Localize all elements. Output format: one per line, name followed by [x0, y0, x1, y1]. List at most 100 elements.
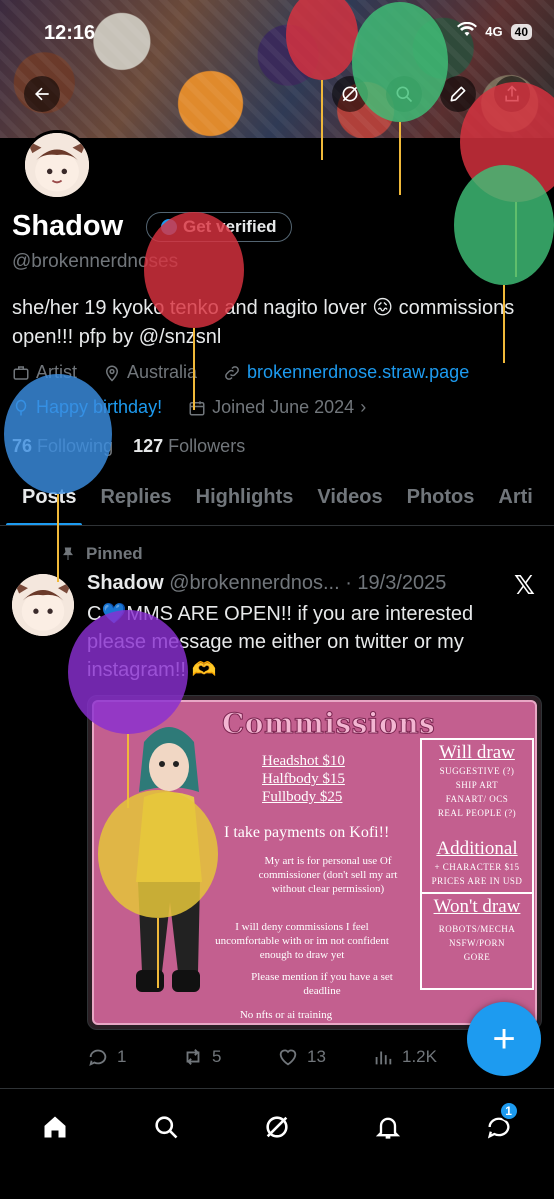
status-indicators: 4G 40 [457, 21, 532, 41]
profile-link[interactable]: brokennerdnose.straw.page [247, 362, 469, 383]
pinned-label: Pinned [86, 544, 143, 563]
like-button[interactable]: 13 [277, 1046, 372, 1068]
profile-location: Australia [127, 362, 198, 382]
repost-count: 5 [212, 1047, 222, 1066]
pencil-icon [450, 86, 466, 102]
reply-count: 1 [117, 1047, 127, 1066]
nav-notifications[interactable] [368, 1107, 408, 1147]
post-media-image[interactable]: Commissions Headshot $10 Halfbody $15 Fu… [87, 695, 542, 1030]
pin-icon [63, 547, 73, 560]
back-button[interactable] [24, 76, 60, 112]
following-link[interactable]: 76 Following [12, 436, 113, 456]
grok-button[interactable] [332, 76, 368, 112]
draw-rules-box: Will draw SUGGESTIVE (?) SHIP ART FANART… [420, 738, 534, 990]
search-icon [155, 1116, 178, 1139]
chevron-right-icon[interactable]: › [360, 397, 366, 418]
post-date: · 19/3/2025 [345, 572, 447, 594]
plus-icon: + [492, 1017, 516, 1061]
deadline-note: Please mention if you have a set deadlin… [251, 971, 393, 997]
bottom-nav: 1 [0, 1088, 554, 1199]
search-icon [396, 86, 413, 103]
post-header: Shadow @brokennerdnos... · 19/3/2025 [87, 572, 446, 595]
character-illustration [136, 727, 202, 992]
network-label: 4G [485, 24, 503, 39]
followers-link[interactable]: 127 Followers [133, 436, 245, 456]
bell-icon [375, 1117, 400, 1139]
tab-posts[interactable]: Posts [0, 470, 88, 525]
nft-note: No nfts or ai training [239, 1009, 333, 1021]
nav-grok[interactable] [257, 1107, 297, 1147]
post-author-name[interactable]: Shadow [87, 572, 164, 594]
price-fullbody: Fullbody $25 [262, 789, 343, 805]
profile-banner[interactable] [0, 0, 554, 138]
price-headshot: Headshot $10 [262, 753, 345, 769]
wifi-icon [457, 21, 478, 41]
deny-note: I will deny commissions I feel uncomfort… [215, 921, 389, 961]
price-halfbody: Halfbody $15 [262, 771, 345, 787]
tab-articles[interactable]: Arti [486, 470, 544, 525]
profile-name: Shadow [12, 210, 124, 242]
birthday-link[interactable]: Happy birthday! [36, 397, 162, 418]
battery-icon: 40 [510, 23, 532, 40]
reply-button[interactable]: 1 [87, 1046, 182, 1068]
commission-sheet: Commissions Headshot $10 Halfbody $15 Fu… [92, 700, 537, 1025]
tab-videos[interactable]: Videos [305, 470, 394, 525]
nav-search[interactable] [146, 1107, 186, 1147]
usage-note: My art is for personal use Of commission… [258, 855, 398, 895]
home-icon [44, 1116, 66, 1138]
profile-category: Artist [36, 362, 78, 382]
profile-bio: she/her 19 kyoko tenko and nagito lover … [12, 297, 515, 348]
like-count: 13 [307, 1047, 326, 1066]
payment-note: I take payments on Kofi!! [224, 824, 390, 841]
additional-title: Additional [436, 838, 518, 859]
post-author-handle[interactable]: @brokennerdnos... [169, 572, 339, 594]
x-logo-icon: 𝕏 [514, 570, 535, 600]
post-author-avatar[interactable] [12, 574, 74, 636]
tab-replies[interactable]: Replies [88, 470, 183, 525]
additional-list: + CHARACTER $15 PRICES ARE IN USD [431, 862, 523, 886]
compose-button[interactable]: + [467, 1002, 541, 1076]
nav-messages[interactable]: 1 [479, 1101, 519, 1147]
repost-icon [186, 1049, 200, 1065]
wont-draw-title: Won't draw [433, 896, 521, 917]
will-draw-list: SUGGESTIVE (?) SHIP ART FANART/ OCS REAL… [437, 766, 517, 818]
profile-joined: Joined June 2024 [212, 397, 355, 417]
tab-photos[interactable]: Photos [395, 470, 487, 525]
grok-icon [342, 86, 358, 102]
pinned-indicator: Pinned [60, 544, 143, 564]
search-button[interactable] [386, 76, 422, 112]
reply-icon [89, 1049, 107, 1067]
calendar-icon [189, 400, 205, 415]
profile-tabs: Posts Replies Highlights Videos Photos A… [0, 470, 554, 526]
commission-prices: Headshot $10 Halfbody $15 Fullbody $25 [262, 752, 345, 806]
share-icon [505, 85, 519, 102]
post-actions: 1 5 13 1.2K [87, 1046, 487, 1068]
arrow-left-icon [35, 87, 49, 101]
verified-badge-icon [161, 219, 177, 235]
briefcase-icon [13, 365, 29, 380]
profile-avatar[interactable] [22, 130, 92, 200]
balloon-icon [15, 399, 27, 415]
grok-icon [266, 1116, 288, 1138]
link-icon [225, 365, 239, 380]
get-verified-button[interactable]: Get verified [146, 212, 292, 242]
heart-icon [279, 1049, 297, 1066]
get-verified-label: Get verified [183, 217, 277, 236]
profile-handle: @brokennerdnoses [12, 251, 179, 272]
views-icon [375, 1051, 392, 1065]
messages-badge: 1 [498, 1101, 519, 1121]
tab-highlights[interactable]: Highlights [184, 470, 306, 525]
repost-button[interactable]: 5 [182, 1046, 277, 1068]
follow-counts: 76 Following 127 Followers [12, 436, 245, 457]
status-time: 12:16 [44, 22, 96, 44]
nav-home[interactable] [35, 1107, 75, 1147]
edit-button[interactable] [440, 76, 476, 112]
views-button[interactable]: 1.2K [372, 1046, 467, 1068]
wont-draw-list: ROBOTS/MECHA NSFW/PORN GORE [438, 924, 516, 962]
commission-title: Commissions [221, 707, 436, 741]
location-icon [106, 365, 119, 382]
will-draw-title: Will draw [439, 742, 515, 763]
views-count: 1.2K [402, 1047, 437, 1066]
profile-meta-row-2: Happy birthday! Joined June 2024 › [12, 397, 366, 418]
share-button[interactable] [494, 76, 530, 112]
